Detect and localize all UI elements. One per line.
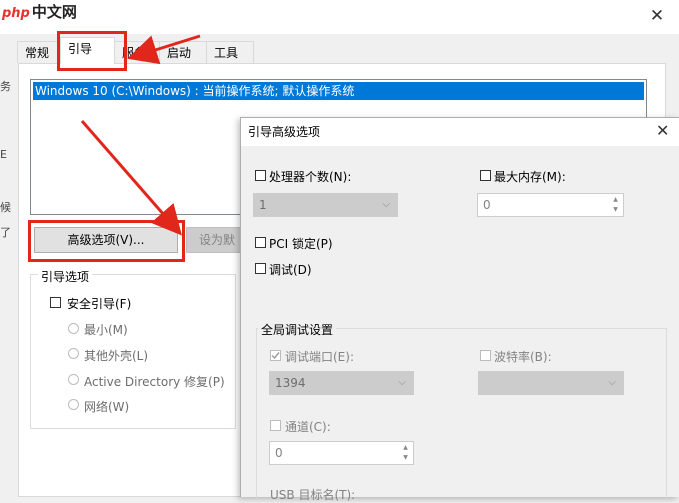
annotation-arrow-tab [127, 34, 201, 65]
annotation-arrow-button [80, 120, 182, 236]
annotation-arrows [80, 34, 201, 236]
